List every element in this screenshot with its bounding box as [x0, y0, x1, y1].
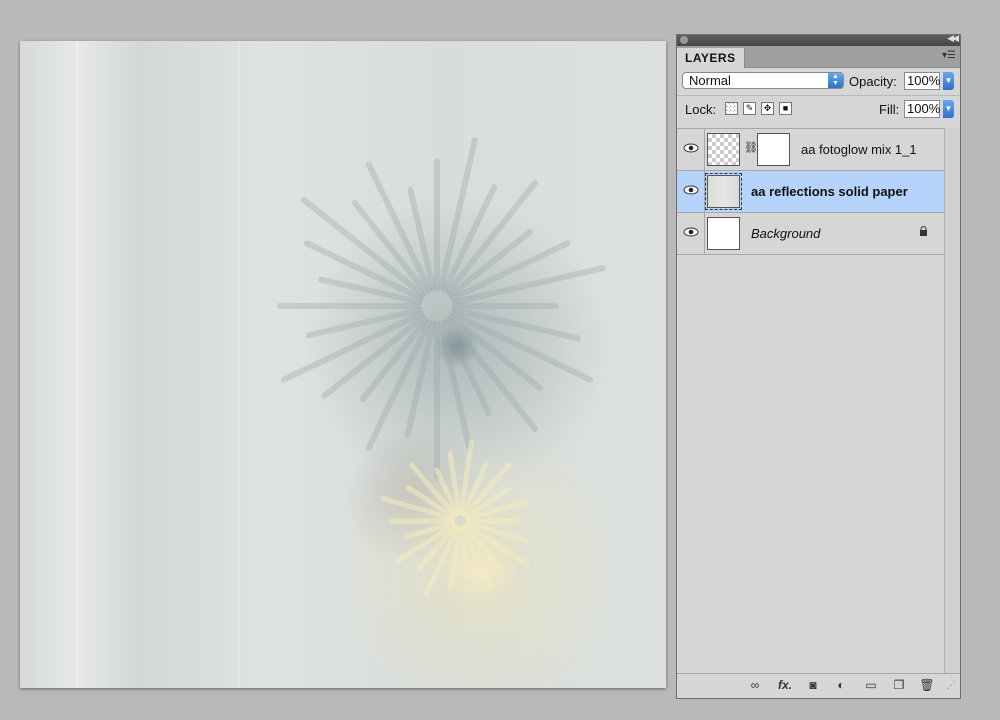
layer-thumbnail[interactable] [707, 217, 740, 250]
divider [704, 129, 705, 170]
layers-panel: ◀◀ LAYERS ▾☰ Normal ▲ ▼ Opacity: 100% ▼ L… [676, 33, 961, 699]
blend-row: Normal ▲ ▼ Opacity: 100% ▼ [677, 68, 960, 95]
layer-name[interactable]: aa fotoglow mix 1_1 [801, 142, 917, 157]
panel-tab-row: LAYERS ▾☰ [677, 46, 960, 68]
layer-name[interactable]: Background [751, 226, 820, 241]
visibility-eye-icon[interactable] [683, 142, 699, 154]
lock-position-icon[interactable]: ✥ [761, 102, 774, 115]
resize-grip-icon[interactable]: ⋰ [945, 678, 957, 692]
blend-mode-value: Normal [689, 73, 731, 88]
trash-icon[interactable]: 🗑 [919, 678, 935, 692]
padlock-icon [920, 226, 927, 236]
fx-icon[interactable]: fx. [775, 678, 795, 692]
layers-scrollbar[interactable] [944, 128, 960, 674]
fill-input[interactable]: 100% [904, 100, 940, 118]
link-icon[interactable]: ∞ [745, 678, 765, 692]
divider [704, 213, 705, 254]
layer-row[interactable]: Background [677, 213, 960, 255]
panel-titlebar[interactable]: ◀◀ [677, 33, 960, 46]
link-chain-icon[interactable]: ⛓ [744, 141, 758, 157]
opacity-input[interactable]: 100% [904, 72, 940, 90]
layer-name[interactable]: aa reflections solid paper [751, 184, 908, 199]
panel-menu-icon[interactable]: ▾☰ [942, 50, 956, 61]
group-icon[interactable]: ▭ [863, 678, 879, 692]
panel-footer: ∞ fx. ◙ ◐ ▭ ❐ 🗑 ⋰ [677, 673, 960, 698]
layers-list: ⛓ aa fotoglow mix 1_1 aa reflections sol… [677, 128, 960, 255]
lock-transparent-icon[interactable] [725, 102, 738, 115]
tab-layers[interactable]: LAYERS [677, 48, 745, 68]
layer-thumbnail[interactable] [705, 173, 742, 210]
collapse-icon[interactable]: ◀◀ [947, 33, 959, 44]
adjustment-icon[interactable]: ◐ [833, 678, 849, 692]
lock-pixels-icon[interactable]: ✎ [743, 102, 756, 115]
fill-label: Fill: [879, 102, 900, 117]
blend-mode-stepper-icon[interactable]: ▲ ▼ [828, 73, 843, 88]
lock-all-icon[interactable]: ■ [779, 102, 792, 115]
visibility-eye-icon[interactable] [683, 226, 699, 238]
layer-thumbnail[interactable] [707, 133, 740, 166]
close-icon[interactable] [680, 36, 688, 44]
visibility-eye-icon[interactable] [683, 184, 699, 196]
document-canvas[interactable] [20, 41, 666, 688]
new-layer-icon[interactable]: ❐ [891, 678, 907, 692]
blend-mode-select[interactable]: Normal ▲ ▼ [682, 72, 844, 89]
divider [704, 171, 705, 212]
light-rays [276, 137, 606, 597]
opacity-dropdown-icon[interactable]: ▼ [943, 72, 954, 90]
lock-label: Lock: [685, 102, 717, 117]
fill-dropdown-icon[interactable]: ▼ [943, 100, 954, 118]
opacity-label: Opacity: [849, 74, 897, 89]
lock-row: Lock: ✎ ✥ ■ Fill: 100% ▼ [677, 95, 960, 123]
layer-mask-thumbnail[interactable] [757, 133, 790, 166]
mask-icon[interactable]: ◙ [805, 678, 821, 692]
layer-row[interactable]: ⛓ aa fotoglow mix 1_1 [677, 129, 960, 171]
layer-row-selected[interactable]: aa reflections solid paper [677, 171, 960, 213]
